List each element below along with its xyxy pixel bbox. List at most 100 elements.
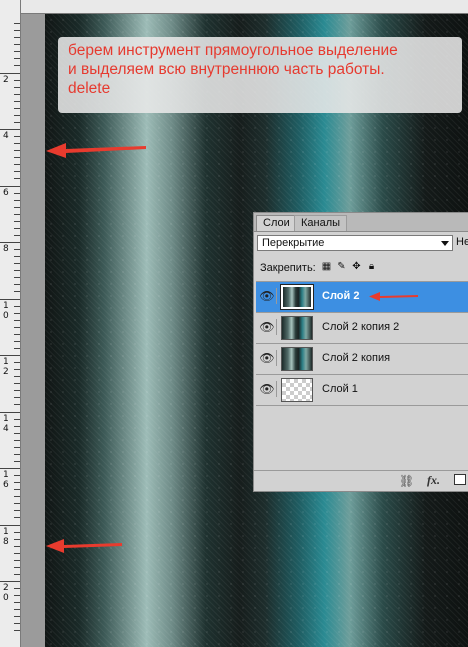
chevron-down-icon	[441, 241, 449, 246]
fx-icon[interactable]: fx.	[427, 473, 440, 488]
layer-row[interactable]: 👁︎ Слой 2	[256, 281, 468, 312]
ruler-tick	[14, 51, 20, 52]
ruler-tick	[14, 23, 20, 24]
ruler-tick	[14, 532, 20, 533]
ruler-tick	[14, 164, 20, 165]
lock-move-icon[interactable]: ✥	[351, 261, 362, 272]
ruler-label: 4	[3, 131, 9, 141]
ruler-tick	[14, 115, 20, 116]
ruler-tick	[14, 193, 20, 194]
ruler-tick	[14, 341, 20, 342]
ruler-tick	[14, 510, 20, 511]
ruler-label: 2	[3, 583, 9, 593]
lock-brush-icon[interactable]: ✎	[336, 261, 347, 272]
tab-channels[interactable]: Каналы	[294, 215, 348, 231]
ruler-major-tick	[0, 299, 20, 300]
opacity-label: Не	[456, 236, 468, 248]
ruler-major-tick	[0, 525, 20, 526]
mask-icon[interactable]	[454, 474, 466, 485]
lock-label: Закрепить:	[260, 262, 316, 274]
ruler-major-tick	[0, 242, 20, 243]
ruler-label: 0	[3, 593, 9, 603]
eye-icon[interactable]: 👁︎	[258, 350, 277, 366]
ruler-label: 1	[3, 527, 9, 537]
ruler-label: 6	[3, 188, 9, 198]
ruler-label: 6	[3, 480, 9, 490]
eye-icon[interactable]: 👁︎	[258, 381, 277, 397]
ruler-tick	[14, 404, 20, 405]
ruler-tick	[14, 327, 20, 328]
ruler-tick	[14, 30, 20, 31]
ruler-tick	[14, 171, 20, 172]
ruler-tick	[14, 426, 20, 427]
ruler-tick	[14, 433, 20, 434]
ruler-major-tick	[0, 468, 20, 469]
instruction-line-3: delete	[68, 80, 111, 97]
ruler-tick	[14, 517, 20, 518]
ruler-label: 8	[3, 244, 9, 254]
ruler-tick	[14, 108, 20, 109]
ruler-tick	[14, 122, 20, 123]
ruler-tick	[14, 630, 20, 631]
layer-thumbnail	[281, 316, 313, 340]
tab-layers[interactable]: Слои	[256, 215, 297, 231]
ruler-tick	[14, 383, 20, 384]
eye-icon[interactable]: 👁︎	[258, 288, 277, 304]
ruler-tick	[14, 602, 20, 603]
ruler-tick	[14, 447, 20, 448]
ruler-tick	[14, 475, 20, 476]
layer-row[interactable]: 👁︎ Слой 2 копия	[256, 343, 468, 374]
ruler-label: 1	[3, 357, 9, 367]
ruler-tick	[14, 454, 20, 455]
ruler-tick	[14, 567, 20, 568]
ruler-tick	[14, 306, 20, 307]
ruler-tick	[14, 609, 20, 610]
link-icon[interactable]: ⛓	[399, 474, 414, 488]
red-arrow-layer	[369, 292, 418, 301]
red-arrow-left-bottom	[46, 539, 122, 553]
ruler-tick	[14, 461, 20, 462]
ruler-tick	[14, 588, 20, 589]
lock-all-icon[interactable]: 🔒︎	[366, 261, 377, 272]
ruler-tick	[14, 221, 20, 222]
layer-name: Слой 2 копия	[322, 352, 391, 364]
ruler-tick	[14, 546, 20, 547]
ruler-tick	[14, 560, 20, 561]
ruler-tick	[14, 376, 20, 377]
ruler-tick	[14, 277, 20, 278]
layer-row[interactable]: 👁︎ Слой 2 копия 2	[256, 312, 468, 343]
ruler-top	[0, 0, 468, 14]
ruler-tick	[14, 623, 20, 624]
layer-thumbnail	[281, 378, 313, 402]
ruler-tick	[14, 80, 20, 81]
ruler-tick	[14, 419, 20, 420]
ruler-label: 2	[3, 75, 9, 85]
layer-thumbnail	[280, 284, 314, 310]
ruler-tick	[14, 616, 20, 617]
ruler-major-tick	[0, 412, 20, 413]
ruler-tick	[14, 200, 20, 201]
ruler-tick	[14, 320, 20, 321]
layer-row[interactable]: 👁︎ Слой 1	[256, 374, 468, 406]
eye-icon[interactable]: 👁︎	[258, 319, 277, 335]
ruler-major-tick	[0, 355, 20, 356]
lock-transparency-icon[interactable]: ▦	[321, 261, 332, 272]
ruler-tick	[14, 496, 20, 497]
ruler-tick	[14, 284, 20, 285]
ruler-label: 0	[3, 311, 9, 321]
red-arrow-left-top	[46, 143, 146, 158]
ruler-major-tick	[0, 186, 20, 187]
ruler-tick	[14, 228, 20, 229]
ruler-label: 1	[3, 470, 9, 480]
layers-panel: Слои Каналы Перекрытие Не Закрепить: ▦ ✎…	[253, 212, 468, 492]
ruler-tick	[14, 397, 20, 398]
ruler-tick	[14, 263, 20, 264]
ruler-tick	[14, 249, 20, 250]
blend-mode-select[interactable]: Перекрытие	[257, 235, 453, 251]
layer-name: Слой 2 копия 2	[322, 321, 400, 333]
ruler-tick	[14, 553, 20, 554]
ruler-major-tick	[0, 581, 20, 582]
ruler-tick	[14, 348, 20, 349]
ruler-tick	[14, 157, 20, 158]
ruler-tick	[14, 207, 20, 208]
